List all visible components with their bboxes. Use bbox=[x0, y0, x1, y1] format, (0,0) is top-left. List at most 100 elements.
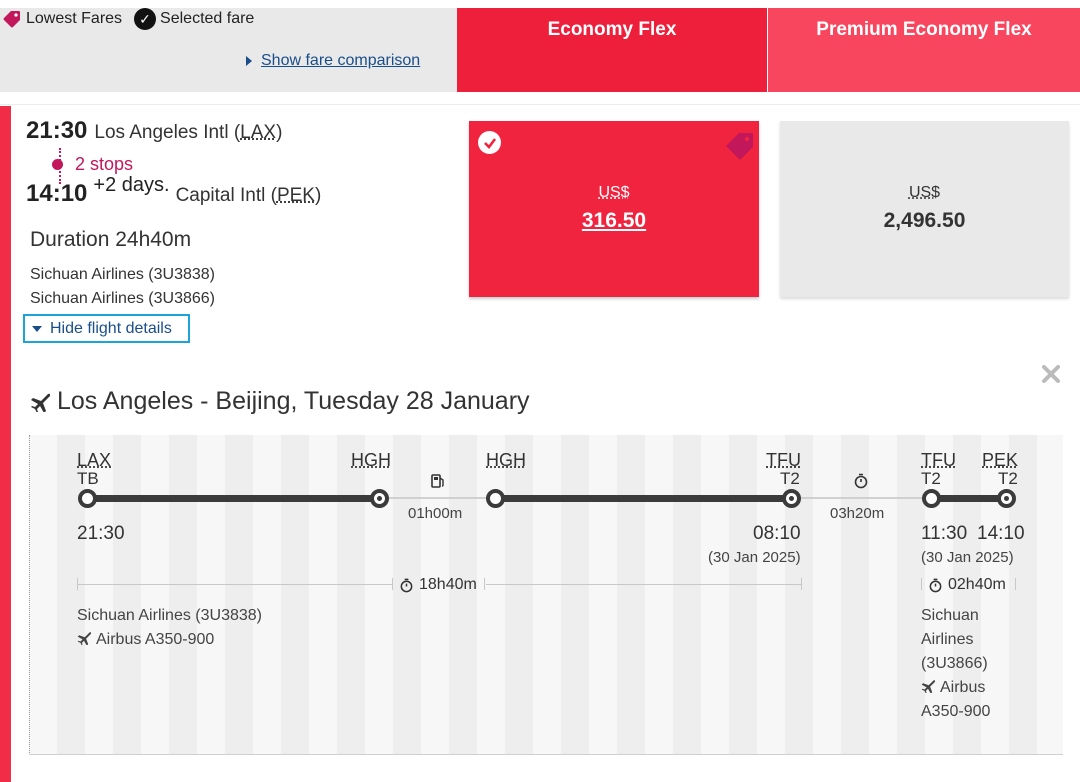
economy-currency: US$ bbox=[598, 184, 630, 201]
tfu-arrival-date: (30 Jan 2025) bbox=[708, 549, 801, 566]
timeline-node-pek bbox=[997, 489, 1016, 508]
airport-hgh-arrival[interactable]: HGH bbox=[351, 451, 391, 469]
segment1-tick-label-left bbox=[392, 578, 393, 590]
fuel-stop-icon bbox=[431, 474, 444, 488]
hide-flight-details-label: Hide flight details bbox=[50, 319, 172, 337]
selected-row-indicator bbox=[0, 106, 11, 782]
departure-time: 21:30 bbox=[26, 117, 88, 144]
stopwatch-icon bbox=[854, 473, 868, 489]
show-fare-comparison-link[interactable]: Show fare comparison bbox=[246, 52, 420, 70]
airport-tfu-departure[interactable]: TFU bbox=[921, 451, 956, 469]
premium-currency: US$ bbox=[908, 184, 941, 201]
segment1-aircraft-row: Airbus A350-900 bbox=[77, 628, 262, 652]
flight-timeline bbox=[29, 435, 1063, 755]
divider bbox=[0, 104, 1080, 105]
route-title: Los Angeles - Beijing, Tuesday 28 Januar… bbox=[30, 387, 530, 416]
arrival-code[interactable]: PEK bbox=[277, 185, 315, 206]
premium-price[interactable]: 2,496.50 bbox=[780, 209, 1069, 233]
airport-hgh-departure[interactable]: HGH bbox=[486, 451, 526, 469]
terminal-tfu-arrival: T2 bbox=[780, 469, 800, 488]
layover-duration-tfu: 03h20m bbox=[830, 505, 885, 522]
premium-fare-option[interactable]: US$ 2,496.50 bbox=[780, 121, 1069, 297]
checkmark-icon: ✓ bbox=[134, 8, 157, 30]
stops-label: 2 stops bbox=[75, 154, 134, 174]
segment1-tick-label-right bbox=[484, 578, 485, 590]
segment1-tick-start bbox=[77, 578, 78, 590]
economy-flex-header: Economy Flex bbox=[457, 8, 767, 92]
segment3-airline-l1: Sichuan bbox=[921, 607, 979, 624]
pek-arrival-time: 14:10 bbox=[977, 523, 1025, 544]
timeline-node-hgh-arrival bbox=[370, 489, 389, 508]
arrival-row: 14:10 +2 days. Capital Intl (PEK) bbox=[26, 174, 321, 208]
economy-price[interactable]: 316.50 bbox=[469, 209, 759, 233]
segment-bar-hgh-tfu bbox=[497, 495, 795, 502]
timeline-node-hgh-departure bbox=[486, 489, 505, 508]
terminal-lax: TB bbox=[77, 469, 99, 488]
segment3-aircraft-l2: A350-900 bbox=[921, 703, 991, 720]
hide-flight-details-button[interactable]: Hide flight details bbox=[23, 314, 190, 343]
flight-duration: Duration 24h40m bbox=[30, 228, 192, 251]
airline-1: Sichuan Airlines (3U3838) bbox=[30, 266, 215, 283]
airline-2: Sichuan Airlines (3U3866) bbox=[30, 290, 215, 307]
terminal-pek: T2 bbox=[998, 469, 1018, 488]
segment3-tick-start bbox=[921, 578, 922, 590]
timeline-bottom-border bbox=[29, 754, 1063, 755]
plane-icon bbox=[921, 680, 935, 693]
tfu-departure-date: (30 Jan 2025) bbox=[921, 549, 1014, 566]
segment3-aircraft-l1: Airbus bbox=[940, 679, 986, 696]
segment1-tick-end bbox=[801, 578, 802, 590]
arrival-time: 14:10 bbox=[26, 180, 88, 207]
terminal-tfu-departure: T2 bbox=[921, 469, 941, 488]
segment1-duration-rule-right bbox=[486, 584, 801, 585]
segment3-airline-l3: (3U3866) bbox=[921, 655, 988, 672]
close-icon[interactable] bbox=[1040, 363, 1062, 385]
timeline-node-tfu-arrival bbox=[782, 489, 801, 508]
departure-airport: Los Angeles Intl (LAX) bbox=[94, 122, 283, 143]
plane-icon bbox=[77, 632, 91, 645]
segment3-info: Sichuan Airlines (3U3866) Airbus A350-90… bbox=[921, 604, 990, 724]
selected-check-icon bbox=[478, 131, 501, 154]
route-title-text: Los Angeles - Beijing, Tuesday 28 Januar… bbox=[57, 387, 530, 415]
selected-fare-label: Selected fare bbox=[160, 10, 255, 27]
lowest-fare-tag-icon bbox=[726, 133, 753, 160]
economy-fare-option[interactable]: US$ 316.50 bbox=[469, 121, 759, 297]
segment3-tick-end bbox=[1015, 578, 1016, 590]
lowest-fares-label: Lowest Fares bbox=[26, 10, 123, 27]
layover-line-hgh bbox=[387, 497, 497, 499]
caret-down-icon bbox=[32, 325, 42, 332]
segment1-aircraft: Airbus A350-900 bbox=[96, 631, 215, 648]
segment1-info: Sichuan Airlines (3U3838) Airbus A350-90… bbox=[77, 604, 262, 652]
airport-tfu-arrival[interactable]: TFU bbox=[766, 451, 801, 469]
fare-legend: Lowest Fares ✓ Selected fare bbox=[2, 8, 254, 30]
segment1-duration-text: 18h40m bbox=[419, 576, 477, 593]
timeline-border bbox=[29, 435, 30, 755]
layover-line-tfu bbox=[795, 497, 935, 499]
segment1-duration: 18h40m bbox=[399, 576, 477, 594]
departure-code[interactable]: LAX bbox=[240, 122, 276, 143]
airport-lax[interactable]: LAX bbox=[77, 451, 111, 469]
stopwatch-icon bbox=[929, 578, 942, 592]
lax-departure-time: 21:30 bbox=[77, 523, 125, 544]
segment3-duration-text: 02h40m bbox=[948, 576, 1006, 593]
segment-bar-lax-hgh bbox=[82, 495, 387, 502]
segment-bar-tfu-pek bbox=[935, 495, 1005, 502]
premium-economy-flex-header: Premium Economy Flex bbox=[768, 8, 1080, 92]
segment1-duration-rule-left bbox=[77, 584, 392, 585]
segment3-aircraft-row: Airbus bbox=[921, 676, 990, 700]
caret-right-icon bbox=[246, 56, 252, 66]
segment1-airline: Sichuan Airlines (3U3838) bbox=[77, 607, 262, 624]
segment3-duration: 02h40m bbox=[928, 576, 1006, 594]
segment3-airline-l2: Airlines bbox=[921, 631, 974, 648]
tfu-arrival-time: 08:10 bbox=[753, 523, 801, 544]
stopwatch-icon bbox=[400, 578, 413, 592]
airport-pek[interactable]: PEK bbox=[982, 451, 1018, 469]
timeline-node-tfu-departure bbox=[922, 489, 941, 508]
arrival-days-offset: +2 days. bbox=[93, 174, 170, 196]
layover-duration-hgh: 01h00m bbox=[408, 505, 463, 522]
arrival-airport-name: Capital Intl bbox=[175, 185, 266, 206]
plane-icon bbox=[31, 393, 50, 412]
show-fare-comparison-text[interactable]: Show fare comparison bbox=[261, 52, 420, 70]
stop-dot-icon bbox=[52, 159, 63, 170]
price-tag-icon bbox=[3, 11, 20, 28]
departure-row: 21:30 Los Angeles Intl (LAX) bbox=[26, 117, 282, 145]
